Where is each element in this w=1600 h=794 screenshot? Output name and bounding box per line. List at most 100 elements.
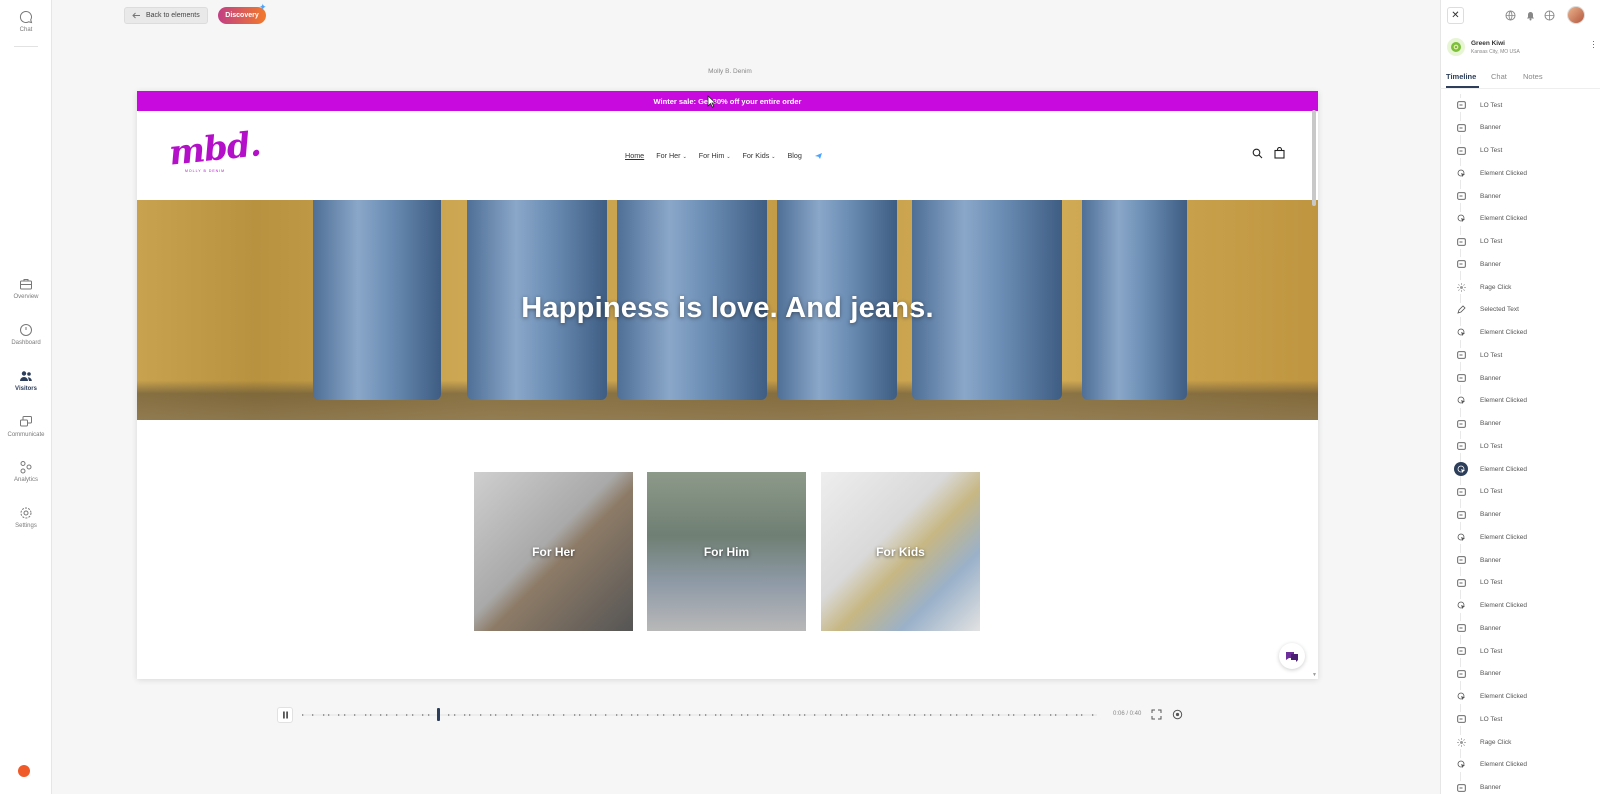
timeline-event-tick [825,714,827,716]
scroll-down-arrow-icon[interactable]: ▼ [1312,672,1317,678]
tag-icon [1454,575,1468,590]
nav-item-dashboard[interactable]: Dashboard [0,323,52,346]
timeline-item[interactable]: LO Test [1440,435,1600,457]
app-logo[interactable] [18,765,30,777]
tab-divider [1440,88,1600,89]
tag-icon [1454,712,1468,727]
timeline-item[interactable]: LO Test [1440,231,1600,253]
site-nav-label: For Her [656,151,681,160]
timeline-event-tick [1055,714,1057,716]
timeline-list[interactable]: LO Test Banner LO Test Element Clicked Banne… [1440,94,1600,794]
language-globe-icon[interactable] [1544,10,1555,21]
nav-item-settings[interactable]: Settings [0,506,52,529]
timeline-item[interactable]: LO Test [1440,481,1600,503]
nav-item-communicate[interactable]: Communicate [0,415,52,438]
timeline-item-label: Element Clicked [1480,533,1527,541]
timeline-item[interactable]: Banner [1440,549,1600,571]
session-replay-frame[interactable]: Winter sale: Get 30% off your entire ord… [137,91,1318,679]
more-vertical-icon[interactable]: · · · [1592,37,1595,52]
timeline-item[interactable]: Banner [1440,617,1600,639]
timeline-item-label: Element Clicked [1480,169,1527,177]
bell-icon[interactable] [1525,10,1536,21]
timeline-item[interactable]: Element Clicked [1440,754,1600,776]
timeline-event-tick [574,714,576,716]
hero-banner[interactable]: Happiness is love. And jeans. [137,200,1318,420]
timeline-item[interactable]: LO Test [1440,708,1600,730]
click-icon [1454,689,1468,704]
user-avatar[interactable] [1567,6,1585,24]
back-to-elements-button[interactable]: Back to elements [124,7,208,24]
timeline-item[interactable]: Element Clicked [1440,208,1600,230]
tab-chat[interactable]: Chat [1491,72,1507,81]
timeline-item[interactable]: LO Test [1440,640,1600,662]
globe-icon[interactable] [1505,10,1516,21]
timeline-item[interactable]: Element Clicked [1440,526,1600,548]
fullscreen-icon[interactable] [1151,709,1162,720]
close-button[interactable]: ✕ [1447,7,1464,24]
category-card-for-her[interactable]: For Her [474,472,633,631]
category-card-for-him[interactable]: For Him [647,472,806,631]
timeline-item[interactable]: Rage Click [1440,276,1600,298]
timeline-item-label: Banner [1480,670,1501,678]
playback-timeline[interactable] [302,714,1097,716]
timeline-item[interactable]: LO Test [1440,94,1600,116]
site-nav-for-kids[interactable]: For Kids ⌄ [743,151,776,160]
timeline-item[interactable]: Banner [1440,504,1600,526]
chat-bubble-icon [1286,651,1298,662]
timeline-item[interactable]: Element Clicked [1440,390,1600,412]
timeline-item[interactable]: LO Test [1440,572,1600,594]
category-card-for-kids[interactable]: For Kids [821,472,980,631]
timeline-item-label: LO Test [1480,442,1503,450]
site-nav-blog[interactable]: Blog [788,151,802,160]
timeline-item[interactable]: Element Clicked [1440,322,1600,344]
timeline-item[interactable]: LO Test [1440,140,1600,162]
timeline-item-label: Element Clicked [1480,329,1527,336]
timeline-item[interactable]: Banner [1440,117,1600,139]
timeline-event-tick [830,714,832,716]
replay-scrollbar[interactable] [1312,110,1316,206]
playback-settings-icon[interactable] [1172,709,1183,720]
timeline-item[interactable]: Rage Click [1440,731,1600,753]
plane-icon[interactable] [814,151,823,160]
site-logo[interactable]: mbd. [167,124,262,173]
timeline-item[interactable]: Banner [1440,367,1600,389]
site-chat-launcher[interactable] [1279,643,1305,669]
timeline-item-label: LO Test [1480,715,1503,723]
playback-scrubber[interactable] [437,708,440,721]
tab-timeline[interactable]: Timeline [1446,72,1476,81]
click-icon [1454,325,1468,340]
site-nav-for-her[interactable]: For Her ⌄ [656,151,687,160]
timeline-item[interactable]: Selected Text [1440,299,1600,321]
tab-notes[interactable]: Notes [1523,72,1543,81]
nav-item-analytics[interactable]: Analytics [0,460,52,483]
timeline-item[interactable]: Banner [1440,777,1600,794]
timeline-item-label: Banner [1480,260,1501,268]
timeline-item-label: Selected Text [1480,306,1519,314]
timeline-event-tick [370,714,372,716]
site-nav-for-him[interactable]: For Him ⌄ [699,151,731,160]
timeline-event-tick [856,714,858,716]
timeline-item[interactable]: LO Test [1440,344,1600,366]
timeline-event-tick [464,714,466,716]
tag-icon [1454,644,1468,658]
timeline-item[interactable]: Element Clicked [1440,595,1600,617]
timeline-item[interactable]: Element Clicked [1440,458,1600,480]
timeline-item[interactable]: Element Clicked [1440,686,1600,708]
timeline-item[interactable]: Banner [1440,253,1600,275]
nav-item-visitors[interactable]: Visitors [0,369,52,392]
nav-item-chat[interactable]: Chat [0,10,52,33]
timeline-item[interactable]: Banner [1440,185,1600,207]
visitor-avatar [1447,38,1465,56]
timeline-item[interactable]: Banner [1440,663,1600,685]
shopping-bag-icon[interactable] [1274,147,1285,159]
click-icon [1454,598,1468,613]
timeline-item[interactable]: Element Clicked [1440,162,1600,184]
timeline-event-tick [731,714,733,716]
timeline-item[interactable]: Banner [1440,413,1600,435]
timeline-event-tick [841,714,843,716]
site-nav-home[interactable]: Home [625,151,644,160]
search-icon[interactable] [1252,148,1263,159]
pause-button[interactable] [277,707,293,723]
nav-item-overview[interactable]: Overview [0,277,52,300]
announcement-bar[interactable]: Winter sale: Get 30% off your entire ord… [137,91,1318,111]
